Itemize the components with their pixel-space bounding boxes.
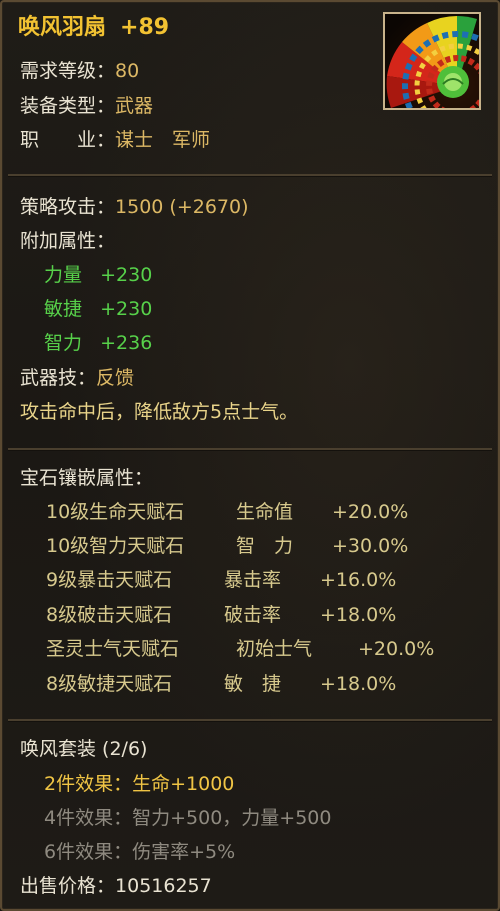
- gem-value: +20.0%: [332, 501, 409, 523]
- gem-row: 8级敏捷天赋石 敏 捷 +18.0%: [46, 669, 396, 699]
- required-level-value: 80: [115, 60, 140, 82]
- set-effect-value: 生命+1000: [132, 773, 235, 795]
- bonus-label: 附加属性：: [20, 230, 116, 252]
- gem-stat: 敏 捷: [224, 673, 282, 695]
- bonus-stat-name: 敏捷: [44, 298, 83, 320]
- attack-row: 策略攻击：1500 (+2670): [20, 192, 249, 222]
- gem-value: +18.0%: [320, 604, 397, 626]
- gem-header: 宝石镶嵌属性：: [20, 463, 153, 493]
- item-title: 唤风羽扇 +89: [18, 10, 169, 46]
- gem-row: 圣灵士气天赋石 初始士气 +20.0%: [46, 634, 434, 664]
- set-effect-value: 智力+500，力量+500: [132, 807, 332, 829]
- bonus-stat-value: +230: [100, 264, 153, 286]
- divider: [8, 448, 492, 451]
- gem-stat: 破击率: [224, 604, 282, 626]
- sell-price-label: 出售价格：: [20, 875, 116, 897]
- gem-row: 10级生命天赋石 生命值 +20.0%: [46, 497, 408, 527]
- item-name: 唤风羽扇: [18, 15, 107, 40]
- required-level-label: 需求等级：: [20, 60, 116, 82]
- bonus-stat-name: 智力: [44, 332, 83, 354]
- gem-row: 9级暴击天赋石 暴击率 +16.0%: [46, 565, 396, 595]
- set-effect-label: 4件效果：: [44, 807, 133, 829]
- gem-value: +20.0%: [358, 638, 435, 660]
- divider: [8, 174, 492, 177]
- gem-stat: 智 力: [236, 535, 294, 557]
- bonus-header: 附加属性：: [20, 226, 115, 256]
- bonus-stat-value: +236: [100, 332, 153, 354]
- set-effect-inactive: 6件效果：伤害率+5%: [44, 837, 235, 867]
- equipment-type-value: 武器: [115, 95, 154, 117]
- gem-row: 8级破击天赋石 破击率 +18.0%: [46, 600, 396, 630]
- set-effect-inactive: 4件效果：智力+500，力量+500: [44, 803, 331, 833]
- divider: [8, 719, 492, 722]
- gem-value: +16.0%: [320, 569, 397, 591]
- class-value: 谋士 军师: [115, 129, 211, 151]
- equipment-type-label: 装备类型：: [20, 95, 116, 117]
- gem-stat: 初始士气: [236, 638, 313, 660]
- gem-stone: 10级生命天赋石: [46, 501, 185, 523]
- equipment-type-row: 装备类型：武器: [20, 91, 153, 121]
- gem-stone: 8级破击天赋石: [46, 604, 173, 626]
- gem-stat: 生命值: [236, 501, 294, 523]
- bonus-stat-agility: 敏捷 +230: [44, 294, 152, 324]
- class-label: 职 业：: [20, 129, 116, 151]
- weapon-skill-label: 武器技：: [20, 367, 97, 389]
- attack-value: 1500 (+2670): [115, 196, 249, 218]
- sell-price-row: 出售价格：10516257: [20, 871, 212, 901]
- enhance-level: +89: [120, 15, 170, 40]
- gem-stone: 圣灵士气天赋石: [46, 638, 180, 660]
- attack-label: 策略攻击：: [20, 196, 116, 218]
- class-row: 职 业：谋士 军师: [20, 125, 210, 155]
- required-level-row: 需求等级：80: [20, 56, 139, 86]
- bonus-stat-name: 力量: [44, 264, 83, 286]
- gem-value: +18.0%: [320, 673, 397, 695]
- gem-value: +30.0%: [332, 535, 409, 557]
- gem-stone: 10级智力天赋石: [46, 535, 185, 557]
- gem-stone: 8级敏捷天赋石: [46, 673, 173, 695]
- feather-fan-icon: [383, 12, 481, 110]
- item-tooltip: 唤风羽扇 +89 需求等级：80 装备类型：武器 职 业：谋士 军师 策略攻击：…: [0, 0, 500, 911]
- set-effect-value: 伤害率+5%: [132, 841, 236, 863]
- set-effect-active: 2件效果：生命+1000: [44, 769, 234, 799]
- weapon-skill-name: 反馈: [96, 367, 135, 389]
- gem-row: 10级智力天赋石 智 力 +30.0%: [46, 531, 408, 561]
- bonus-stat-strength: 力量 +230: [44, 260, 152, 290]
- set-effect-label: 2件效果：: [44, 773, 133, 795]
- gem-stone: 9级暴击天赋石: [46, 569, 173, 591]
- weapon-skill-description: 攻击命中后，降低敌方5点士气。: [20, 401, 299, 423]
- set-effect-label: 6件效果：: [44, 841, 133, 863]
- bonus-stat-value: +230: [100, 298, 153, 320]
- set-name: 唤风套装 (2/6): [20, 738, 148, 760]
- bonus-stat-intellect: 智力 +236: [44, 328, 152, 358]
- gem-label: 宝石镶嵌属性：: [20, 467, 154, 489]
- sell-price-value: 10516257: [115, 875, 212, 897]
- weapon-skill-row: 武器技：反馈: [20, 363, 134, 393]
- gem-stat: 暴击率: [224, 569, 282, 591]
